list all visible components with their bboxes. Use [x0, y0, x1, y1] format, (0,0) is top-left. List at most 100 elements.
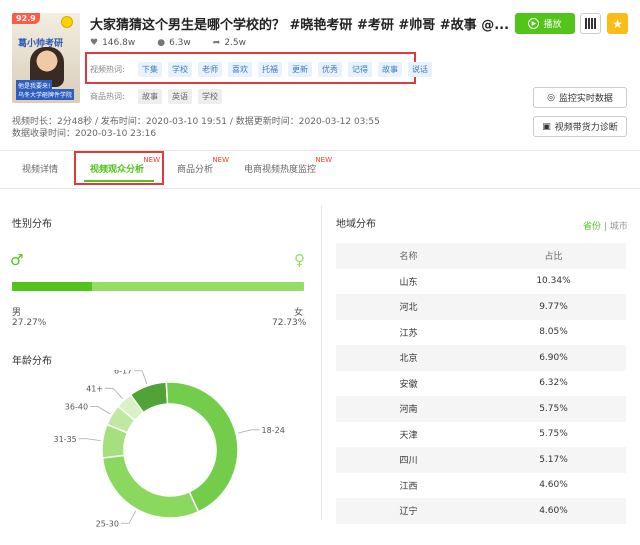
column-ratio-header: 占比 [544, 252, 563, 263]
male-percent: 27.27% [12, 318, 47, 328]
province-toggle[interactable]: 省份 [583, 222, 601, 232]
region-name: 山东 [399, 277, 418, 288]
male-icon: ♂ [10, 251, 24, 269]
age-slice-label: 18-24 [262, 426, 285, 435]
word-tag[interactable]: 英语 [168, 89, 192, 104]
region-name: 江苏 [399, 328, 418, 339]
hot-words-list: 下集 学校 老师 喜欢 托福 更新 优秀 记得 故事 说话 [138, 62, 432, 77]
share-icon: ➦ [212, 38, 221, 48]
female-label: 女 [294, 308, 304, 318]
word-tag[interactable]: 优秀 [318, 62, 342, 77]
region-row: 辽宁 4.60% [336, 498, 626, 524]
region-name: 安徽 [399, 379, 418, 390]
age-label-line [120, 510, 137, 524]
region-name: 北京 [399, 354, 418, 365]
word-tag[interactable]: 故事 [138, 89, 162, 104]
age-label-line [105, 387, 123, 399]
thumbnail-caption-bottom: 乌冬大学砸牌件学院 [16, 89, 75, 100]
region-row: 山东 10.34% [336, 269, 626, 295]
heat-score-badge: 92.9 [12, 13, 40, 24]
star-icon: ★ [612, 16, 623, 31]
video-thumbnail[interactable]: 92.9 葛小帅考研 他是我要来! 乌冬大学砸牌件学院 [12, 13, 80, 103]
word-tag[interactable]: 更新 [288, 62, 312, 77]
age-slice-label: 36-40 [65, 403, 88, 412]
region-ratio: 5.75% [539, 403, 568, 414]
region-row: 北京 6.90% [336, 345, 626, 371]
gender-title: 性别分布 [12, 219, 52, 230]
tab-video-detail[interactable]: 视频详情 [22, 162, 58, 175]
male-label: 男 [12, 308, 22, 318]
age-donut-chart: 6-17 18-24 25-30 31-35 36-40 41+ [54, 370, 285, 528]
heart-icon: ♥ [90, 38, 99, 48]
word-tag[interactable]: 故事 [378, 62, 402, 77]
region-row: 天津 5.75% [336, 422, 626, 448]
age-slice-label: 6-17 [114, 370, 132, 376]
bag-icon: ▣ [542, 121, 551, 132]
video-stats: ♥ 146.8w ● 6.3w ➦ 2.5w [90, 38, 246, 48]
comment-icon: ● [157, 38, 166, 48]
qr-code-icon [585, 18, 596, 29]
video-title[interactable]: 大家猜猜这个男生是哪个学校的？ #晓艳考研 #考研 #帅哥 #故事 @... [90, 14, 510, 33]
comments-stat: ● 6.3w [157, 38, 191, 48]
word-tag[interactable]: 老师 [198, 62, 222, 77]
age-title: 年龄分布 [12, 356, 52, 367]
monitor-realtime-button[interactable]: ◎ 监控实时数据 [533, 87, 627, 108]
play-icon: ▶ [528, 18, 540, 29]
new-badge: NEW [212, 156, 230, 164]
shares-stat: ➦ 2.5w [212, 38, 246, 48]
product-words-list: 故事 英语 学校 [138, 89, 222, 104]
region-ratio: 6.32% [539, 378, 568, 389]
word-tag[interactable]: 下集 [138, 62, 162, 77]
region-row: 江西 4.60% [336, 473, 626, 499]
region-ratio: 5.75% [539, 429, 568, 440]
favorite-button[interactable]: ★ [607, 13, 628, 34]
region-name: 河北 [399, 303, 418, 314]
sales-diagnose-button[interactable]: ▣ 视频带货力诊断 [533, 116, 627, 137]
city-toggle[interactable]: 城市 [610, 222, 628, 232]
tab-ecommerce-monitor[interactable]: 电商视频热度监控 NEW [244, 156, 332, 175]
region-ratio: 4.60% [539, 480, 568, 491]
male-bar-fill [12, 282, 92, 291]
word-tag[interactable]: 记得 [348, 62, 372, 77]
female-percent: 72.73% [272, 318, 307, 328]
monitor-icon: ◎ [547, 92, 555, 103]
region-name: 河南 [399, 405, 418, 416]
region-ratio: 10.34% [536, 276, 571, 287]
tab-product-analysis[interactable]: 商品分析 NEW [177, 156, 229, 175]
age-label-line [78, 438, 101, 442]
word-tag[interactable]: 托福 [258, 62, 282, 77]
region-table: 名称 占比 山东 10.34% 河北 9.77% 江苏 8.05% 北京 6.90% 安徽 6.3… [336, 243, 626, 524]
age-slice[interactable] [165, 381, 239, 513]
word-tag[interactable]: 说话 [408, 62, 432, 77]
region-row: 河北 9.77% [336, 294, 626, 320]
column-divider [321, 205, 322, 520]
play-button[interactable]: ▶ 播放 [515, 13, 575, 34]
word-tag[interactable]: 学校 [168, 62, 192, 77]
region-ratio: 8.05% [539, 327, 568, 338]
word-tag[interactable]: 喜欢 [228, 62, 252, 77]
active-tab-highlight [74, 151, 164, 185]
video-record-time: 数据收录时间：2020-03-10 23:16 [12, 129, 157, 139]
region-ratio: 9.77% [539, 301, 568, 312]
age-label-line [90, 406, 111, 415]
region-row: 江苏 8.05% [336, 320, 626, 346]
age-slice-label: 25-30 [96, 519, 119, 528]
region-ratio: 5.17% [539, 454, 568, 465]
column-name-header: 名称 [399, 252, 418, 263]
age-slice[interactable] [101, 454, 200, 519]
region-row: 四川 5.17% [336, 447, 626, 473]
region-row: 河南 5.75% [336, 396, 626, 422]
region-table-header: 名称 占比 [336, 243, 626, 269]
region-name: 辽宁 [399, 507, 418, 518]
region-name: 江西 [399, 481, 418, 492]
gender-bar [12, 282, 304, 291]
region-ratio: 6.90% [539, 352, 568, 363]
likes-stat: ♥ 146.8w [90, 38, 136, 48]
word-tag[interactable]: 学校 [198, 89, 222, 104]
region-ratio: 4.60% [539, 505, 568, 516]
product-words-label: 商品热词: [90, 92, 125, 101]
qr-code-button[interactable] [580, 13, 601, 34]
smiley-icon [61, 16, 73, 28]
age-label-line [134, 370, 148, 385]
female-icon: ♀ [294, 251, 305, 269]
